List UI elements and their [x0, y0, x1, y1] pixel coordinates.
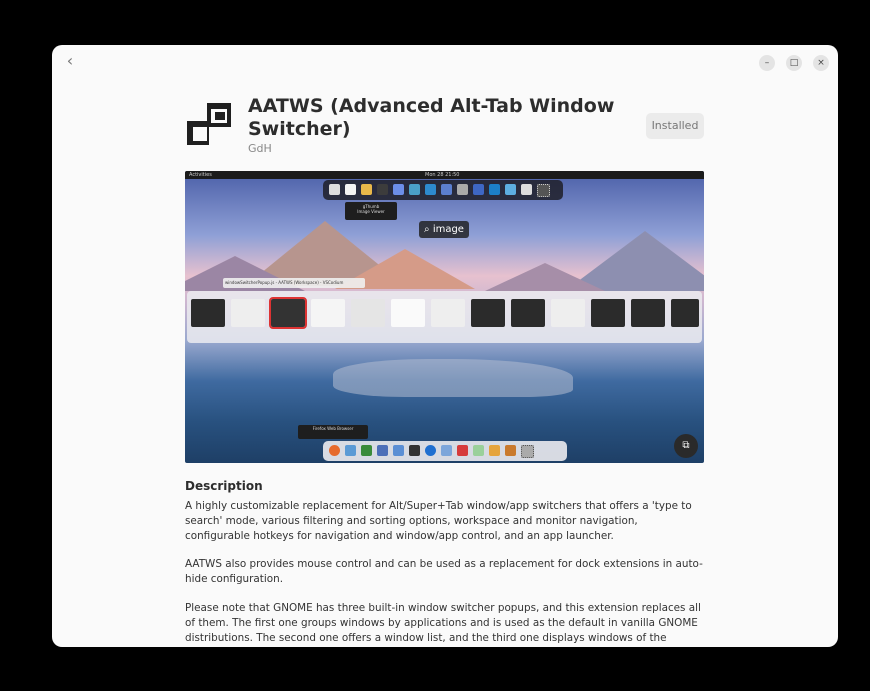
search-icon: ⌕ [424, 224, 430, 235]
dock-app-icon[interactable] [409, 445, 420, 456]
window-thumbnail[interactable] [231, 299, 265, 327]
dock-app-icon[interactable] [345, 184, 356, 195]
switcher-title: windowSwitcherPopup.js - AATWS (Workspac… [223, 278, 365, 288]
app-grid-icon[interactable] [521, 445, 534, 458]
fullscreen-button[interactable]: ⧉ [674, 434, 698, 458]
dock-app-icon[interactable] [441, 184, 452, 195]
window-thumbnail[interactable] [431, 299, 465, 327]
dock-app-icon[interactable] [377, 445, 388, 456]
clock-label: Mon 28 21:50 [425, 172, 460, 178]
dock-app-icon[interactable] [521, 184, 532, 195]
dock-app-icon[interactable] [489, 445, 500, 456]
dock-app-icon[interactable] [329, 184, 340, 195]
mountain-shape [485, 263, 605, 291]
bottom-dock [323, 441, 567, 461]
app-logo-icon [187, 103, 231, 145]
back-button[interactable]: ‹ [62, 53, 78, 69]
description-paragraph: A highly customizable replacement for Al… [185, 500, 692, 542]
dock-app-icon[interactable] [505, 184, 516, 195]
image-overlay-label: ⌕ image [419, 221, 469, 238]
top-dock [323, 180, 563, 200]
app-window: ‹ – □ × AATWS (Advanced Alt-Tab Window S… [52, 45, 838, 647]
description-heading: Description [185, 479, 263, 493]
dock-app-icon[interactable] [457, 184, 468, 195]
gnome-topbar: Activities Mon 28 21:50 [185, 171, 704, 179]
window-thumbnail[interactable] [311, 299, 345, 327]
dock-app-icon[interactable] [425, 184, 436, 195]
maximize-button[interactable]: □ [786, 55, 802, 71]
dock-app-icon[interactable] [425, 445, 436, 456]
dock-app-icon[interactable] [361, 445, 372, 456]
dock-app-icon[interactable] [329, 445, 340, 456]
window-thumbnail[interactable] [191, 299, 225, 327]
app-screenshot[interactable]: Activities Mon 28 21:50 gThumb Image Vie… [185, 171, 704, 463]
dock-app-icon[interactable] [393, 184, 404, 195]
dock-app-icon[interactable] [377, 184, 388, 195]
dock-app-icon[interactable] [345, 445, 356, 456]
close-icon: × [817, 58, 825, 68]
window-thumbnail[interactable] [391, 299, 425, 327]
dock-app-icon[interactable] [489, 184, 500, 195]
window-thumbnail[interactable] [269, 297, 307, 329]
dock-app-icon[interactable] [441, 445, 452, 456]
installed-button[interactable]: Installed [646, 113, 704, 139]
minimize-icon: – [764, 58, 770, 68]
chevron-left-icon: ‹ [66, 51, 74, 70]
island-shape [333, 359, 573, 397]
description-paragraph: Please note that GNOME has three built-i… [185, 602, 701, 644]
window-thumbnail[interactable] [551, 299, 585, 327]
dock-app-icon[interactable] [457, 445, 468, 456]
dock-app-icon[interactable] [393, 445, 404, 456]
dock-app-icon[interactable] [361, 184, 372, 195]
app-title: AATWS (Advanced Alt-Tab Window Switcher) [248, 95, 615, 140]
close-button[interactable]: × [813, 55, 829, 71]
window-thumbnail[interactable] [631, 299, 665, 327]
description-paragraph: AATWS also provides mouse control and ca… [185, 558, 703, 585]
activities-label: Activities [189, 172, 212, 178]
window-thumbnail[interactable] [511, 299, 545, 327]
dock-tooltip: gThumb Image Viewer [345, 202, 397, 220]
gallery-icon: ⧉ [682, 440, 690, 451]
dock-tooltip: Firefox Web Browser [298, 425, 368, 439]
window-thumbnail[interactable] [351, 299, 385, 327]
app-developer: GdH [248, 142, 272, 155]
maximize-icon: □ [789, 58, 799, 68]
dock-app-icon[interactable] [473, 184, 484, 195]
dock-app-icon[interactable] [505, 445, 516, 456]
window-thumbnail[interactable] [591, 299, 625, 327]
minimize-button[interactable]: – [759, 55, 775, 71]
window-thumbnail[interactable] [471, 299, 505, 327]
app-grid-icon[interactable] [537, 184, 550, 197]
dock-app-icon[interactable] [409, 184, 420, 195]
window-switcher-popup [187, 291, 702, 343]
dock-app-icon[interactable] [473, 445, 484, 456]
window-thumbnail[interactable] [671, 299, 699, 327]
